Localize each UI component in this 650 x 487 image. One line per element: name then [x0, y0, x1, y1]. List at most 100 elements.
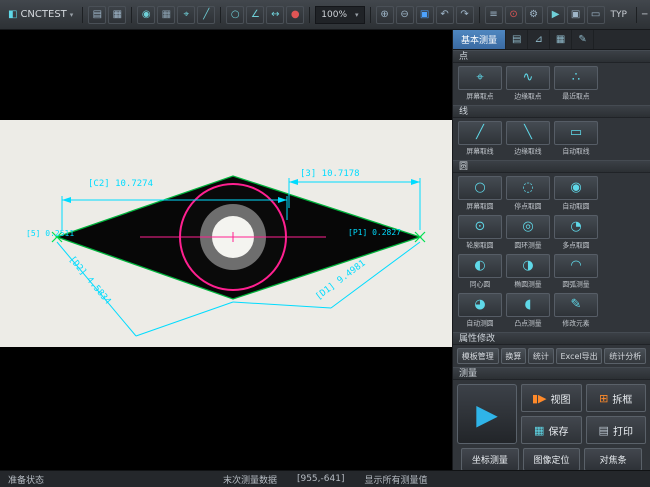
tool-click-circle[interactable]: ◌ 停点取圆 [505, 176, 551, 212]
stats-analysis-button[interactable]: 统计分析 [604, 348, 646, 364]
tool-multipoint-circle[interactable]: ◔ 多点取圆 [553, 215, 599, 251]
modify-button-row: 模板管理 换算 统计 Excel导出 统计分析 [453, 345, 650, 367]
status-display-mode: 显示所有测量值 [364, 473, 427, 486]
minimize-button[interactable]: ─ [642, 6, 647, 23]
tool-nearest-point[interactable]: ∴ 最近取点 [553, 66, 599, 102]
tab-report[interactable]: ▦ [550, 30, 572, 49]
tool-edge-line[interactable]: ╲ 边缘取线 [505, 121, 551, 157]
tool-label: 屏幕取圆 [460, 202, 499, 211]
tool-bump-measure[interactable]: ◖ 凸点测量 [505, 293, 551, 329]
convert-button[interactable]: 换算 [501, 348, 527, 364]
tool-label: 圆弧测量 [556, 280, 595, 289]
tool-screen-line[interactable]: ╱ 屏幕取线 [457, 121, 503, 157]
target-icon[interactable]: ⊙ [505, 6, 523, 24]
tool-auto-line[interactable]: ▭ 自动取线 [553, 121, 599, 157]
excel-export-button[interactable]: Excel导出 [556, 348, 603, 364]
distance-tool-icon[interactable]: ↔ [266, 6, 284, 24]
tool-label: 自动取圆 [556, 202, 595, 211]
focus-bar-button[interactable]: 对焦条 [584, 448, 642, 470]
tool-auto-circle[interactable]: ◉ 自动取圆 [553, 176, 599, 212]
settings-icon[interactable]: ⚙ [525, 6, 543, 24]
app-window: ◧ CNCTEST ▾ ▤ ▦ ◉ ▦ ⌖ ╱ ○ ∠ ↔ ● 100% ▾ ⊕… [0, 0, 650, 487]
circle-tool-grid: ○ 屏幕取圆 ◌ 停点取圆 ◉ 自动取圆 ⊙ 轮廓取圆 ◎ 圆环测量 [453, 173, 650, 332]
view-button[interactable]: ▮▶ 视图 [521, 384, 582, 412]
save-button[interactable]: ▦ 保存 [521, 416, 582, 444]
tool-screen-point[interactable]: ⌖ 屏幕取点 [457, 66, 503, 102]
crosshair-icon[interactable]: ⌖ [177, 6, 195, 24]
toolbar-separator [82, 7, 83, 23]
zoom-in-icon[interactable]: ⊕ [376, 6, 394, 24]
fit-view-icon[interactable]: ▣ [416, 6, 434, 24]
tab-edit[interactable]: ✎ [572, 30, 593, 49]
dim-label-5: [5] 0.2511 [26, 229, 74, 238]
measurement-canvas[interactable]: [C2] 10.7274 [3] 10.7178 [5] 0.2511 [P1]… [0, 30, 452, 470]
template-manage-button[interactable]: 模板管理 [457, 348, 499, 364]
camera-icon[interactable]: ◉ [137, 6, 155, 24]
toolbar-separator [220, 7, 221, 23]
zoom-out-icon[interactable]: ⊖ [396, 6, 414, 24]
tool-ellipse-measure[interactable]: ◑ 椭圆测量 [505, 254, 551, 290]
tool-arc-measure[interactable]: ◠ 圆弧测量 [553, 254, 599, 290]
coord-measure-button[interactable]: 坐标测量 [461, 448, 519, 470]
status-message: 末次测量数据 [223, 473, 277, 486]
concentric-circle-icon: ◐ [458, 254, 502, 278]
undo-icon[interactable]: ↶ [436, 6, 454, 24]
unframe-button[interactable]: ⊞ 拆框 [586, 384, 647, 412]
camera-viewport[interactable]: [C2] 10.7274 [3] 10.7178 [5] 0.2511 [P1]… [0, 30, 452, 470]
app-menu[interactable]: ◧ CNCTEST ▾ [4, 9, 77, 20]
measure-top-row: ▶ ▮▶ 视图 ⊞ 拆框 ▦ 保存 [457, 384, 646, 444]
tool-label: 自动测圆 [460, 319, 499, 328]
section-header-circle: 圆 [453, 160, 650, 173]
monitor-icon[interactable]: ▭ [587, 6, 605, 24]
grid-icon[interactable]: ▦ [157, 6, 175, 24]
layers-icon[interactable]: ≡ [485, 6, 503, 24]
save-file-icon[interactable]: ▦ [108, 6, 126, 24]
dim-label-p1: [P1] 0.2827 [348, 228, 401, 237]
angle-tool-icon[interactable]: ∠ [246, 6, 264, 24]
auto-circle-measure-icon: ◕ [458, 293, 502, 317]
tool-label: 自动取线 [556, 147, 595, 156]
section-header-measure: 测量 [453, 367, 650, 380]
open-file-icon[interactable]: ▤ [88, 6, 106, 24]
line-tool-icon[interactable]: ╱ [197, 6, 215, 24]
tool-contour-circle[interactable]: ⊙ 轮廓取圆 [457, 215, 503, 251]
tab-construct[interactable]: ⊿ [528, 30, 549, 49]
measure-bottom-row: 坐标测量 图像定位 对焦条 [457, 448, 646, 470]
stats-button[interactable]: 统计 [528, 348, 554, 364]
sidebar-tabs: 基本测量 ▤ ⊿ ▦ ✎ [453, 30, 650, 50]
tool-ring-measure[interactable]: ◎ 圆环测量 [505, 215, 551, 251]
zoom-select[interactable]: 100% ▾ [315, 6, 364, 24]
tab-elements[interactable]: ▤ [506, 30, 528, 49]
unframe-label: 拆框 [612, 391, 632, 406]
click-circle-icon: ◌ [506, 176, 550, 200]
app-logo-icon: ◧ [8, 9, 17, 20]
print-button[interactable]: ▤ 打印 [586, 416, 647, 444]
tool-label: 圆环测量 [508, 241, 547, 250]
tool-auto-circle-measure[interactable]: ◕ 自动测圆 [457, 293, 503, 329]
toolbar-separator [370, 7, 371, 23]
tool-label: 停点取圆 [508, 202, 547, 211]
section-header-modify: 属性修改 [453, 332, 650, 345]
circle-tool-icon[interactable]: ○ [226, 6, 244, 24]
nearest-point-icon: ∴ [554, 66, 598, 90]
image-locate-button[interactable]: 图像定位 [523, 448, 581, 470]
tab-basic-measure[interactable]: 基本测量 [453, 30, 506, 49]
tool-edit-element[interactable]: ✎ 修改元素 [553, 293, 599, 329]
redo-icon[interactable]: ↷ [456, 6, 474, 24]
view-label: 视图 [551, 391, 571, 406]
tool-screen-circle[interactable]: ○ 屏幕取圆 [457, 176, 503, 212]
ring-measure-icon: ◎ [506, 215, 550, 239]
tool-label: 屏幕取点 [460, 92, 499, 101]
capture-icon[interactable]: ▣ [567, 6, 585, 24]
tool-label: 多点取圆 [556, 241, 595, 250]
content-area: [C2] 10.7274 [3] 10.7178 [5] 0.2511 [P1]… [0, 30, 650, 470]
save-label: 保存 [548, 423, 568, 438]
point-tool-grid: ⌖ 屏幕取点 ∿ 边缘取点 ∴ 最近取点 [453, 63, 650, 105]
measure-button-grid: ▮▶ 视图 ⊞ 拆框 ▦ 保存 ▤ 打印 [521, 384, 646, 444]
start-measure-button[interactable]: ▶ [457, 384, 517, 444]
record-icon[interactable]: ● [286, 6, 304, 24]
run-icon[interactable]: ▶ [547, 6, 565, 24]
tool-concentric-circle[interactable]: ◐ 同心圆 [457, 254, 503, 290]
tool-edge-point[interactable]: ∿ 边缘取点 [505, 66, 551, 102]
section-header-line: 线 [453, 105, 650, 118]
